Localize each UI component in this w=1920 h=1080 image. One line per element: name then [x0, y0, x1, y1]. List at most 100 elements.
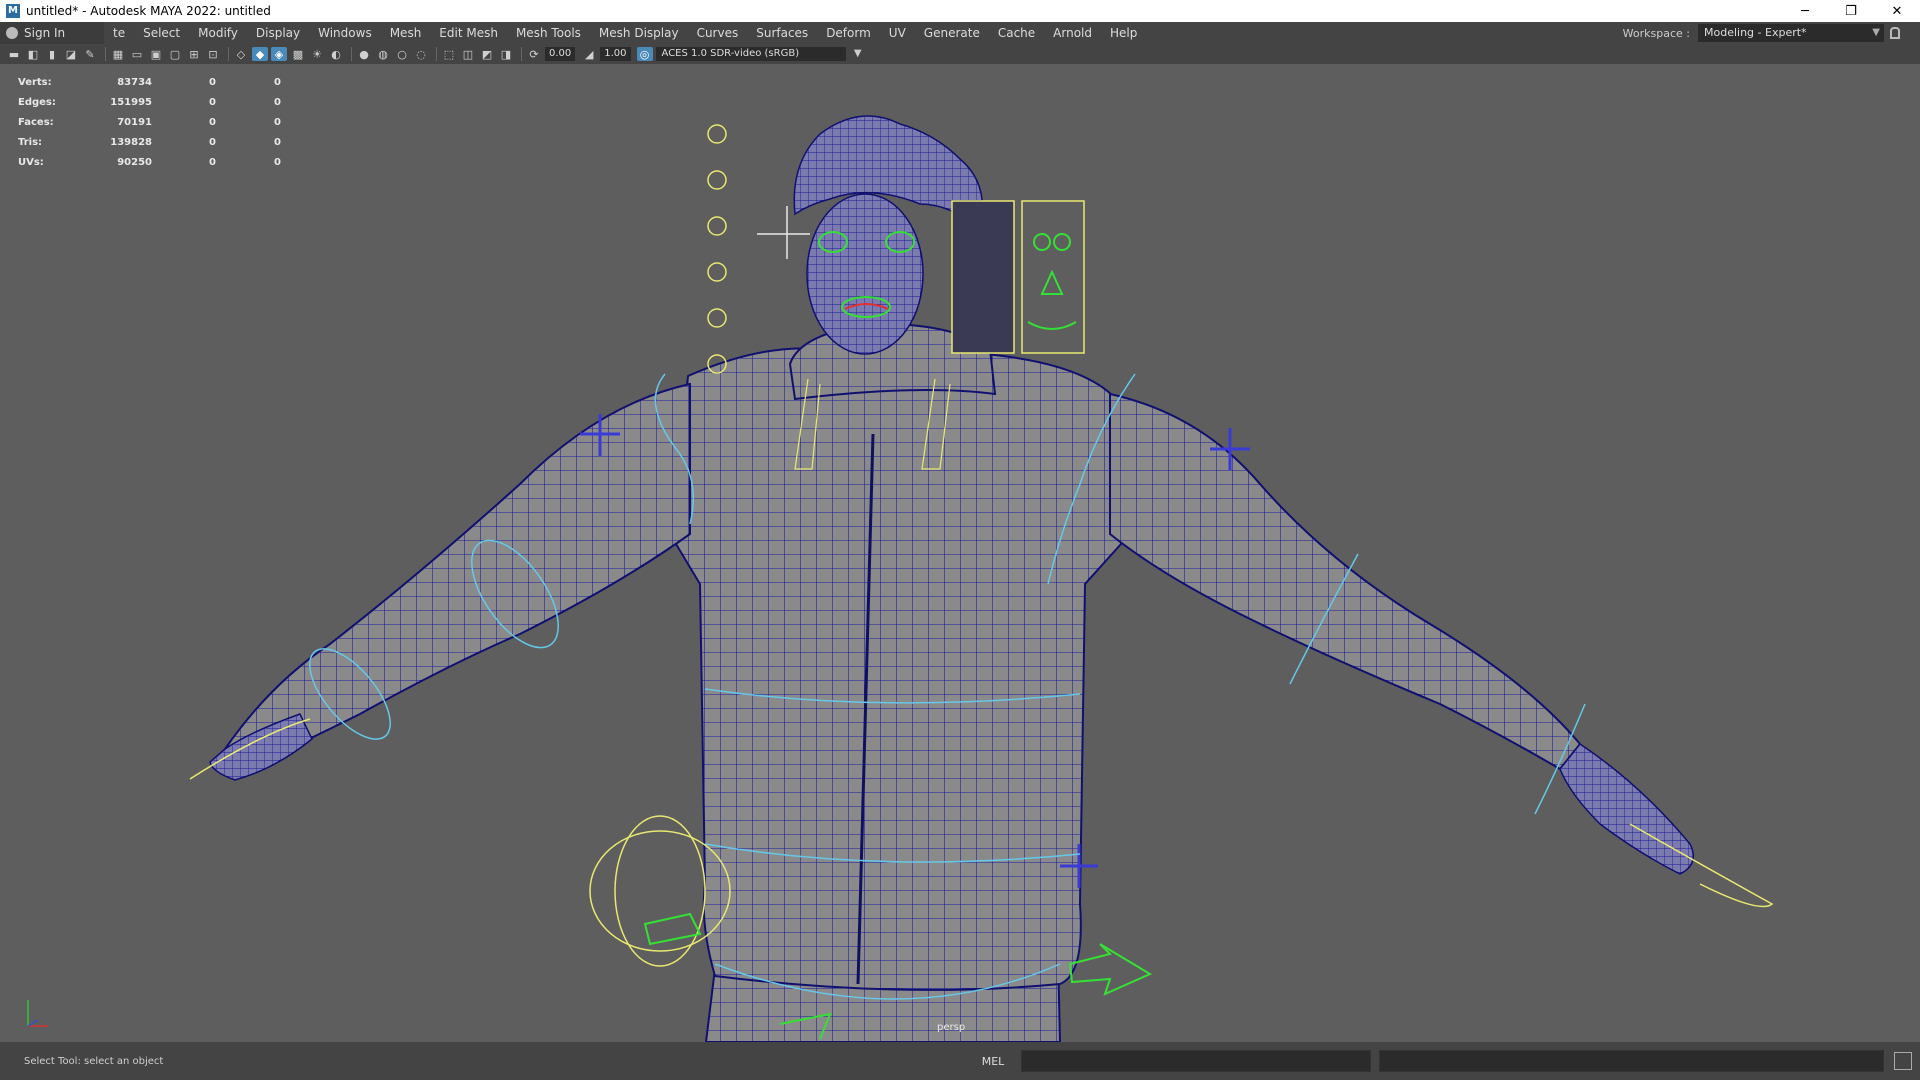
ambient-occlusion-icon[interactable]: ● [356, 47, 372, 61]
hud-label: Edges: [18, 96, 56, 108]
shadows-icon[interactable]: ◐ [328, 47, 344, 61]
face-gui-panel-right[interactable] [1021, 200, 1085, 354]
use-lights-icon[interactable]: ☀ [309, 47, 325, 61]
sign-in-button[interactable]: Sign In [0, 22, 104, 44]
camera-attributes-icon[interactable]: ◧ [25, 47, 41, 61]
spine-control[interactable] [707, 308, 727, 328]
exposure-field[interactable]: 0.00 [545, 47, 576, 61]
chevron-down-icon: ▼ [853, 48, 862, 59]
grease-pencil-icon[interactable]: ✎ [82, 47, 98, 61]
right-arm-mesh[interactable] [1109, 392, 1582, 771]
wireframe-icon[interactable]: ◇ [233, 47, 249, 61]
isolate-select-icon[interactable]: ⬚ [441, 47, 457, 61]
depth-of-field-icon[interactable]: ◌ [413, 47, 429, 61]
face-gui-eye-right[interactable] [1053, 233, 1071, 251]
hand-control-right[interactable] [1629, 823, 1774, 908]
menu-item-windows[interactable]: Windows [309, 22, 381, 44]
camera-icon[interactable]: ▬ [6, 47, 22, 61]
menu-item-deform[interactable]: Deform [817, 22, 880, 44]
workspace-dropdown[interactable]: Modeling - Expert* ▼ [1698, 24, 1884, 42]
face-gui-nose[interactable] [1040, 269, 1064, 295]
window-title: untitled* - Autodesk MAYA 2022: untitled [26, 4, 271, 18]
restore-icon[interactable]: ❐ [1828, 0, 1874, 22]
hud-value: 139828 [110, 136, 152, 148]
menu-item-help[interactable]: Help [1101, 22, 1146, 44]
foot-arrow-left[interactable] [643, 912, 702, 946]
menu-item-mesh[interactable]: Mesh [381, 22, 431, 44]
safe-action-icon[interactable]: ⊡ [205, 47, 221, 61]
spine-control[interactable] [707, 216, 727, 236]
menu-item-mesh-display[interactable]: Mesh Display [590, 22, 688, 44]
hud-value: 0 [274, 116, 281, 128]
face-gui-eye-left[interactable] [1033, 233, 1051, 251]
menu-item-display[interactable]: Display [247, 22, 309, 44]
jacket-torso-mesh[interactable] [668, 347, 1132, 991]
hip-twist-control-inner[interactable] [614, 815, 706, 967]
image-plane-icon[interactable]: ◪ [63, 47, 79, 61]
spine-control[interactable] [707, 262, 727, 282]
command-language-toggle[interactable]: MEL [965, 1055, 1021, 1068]
face-gui-panel-left[interactable] [951, 200, 1015, 354]
head-locator[interactable] [757, 206, 810, 259]
perspective-viewport[interactable]: Verts: 83734 0 0 Edges: 151995 0 0 Faces… [0, 64, 1920, 1042]
menu-item-arnold[interactable]: Arnold [1044, 22, 1101, 44]
spine-control[interactable] [707, 124, 727, 144]
maya-app-icon: M [6, 4, 20, 18]
bookmark-icon[interactable]: ▮ [44, 47, 60, 61]
head-mesh[interactable] [806, 193, 924, 355]
right-hand-mesh[interactable] [1559, 742, 1695, 875]
script-editor-icon[interactable] [1894, 1052, 1912, 1070]
exposure-icon[interactable]: ⟳ [526, 47, 542, 61]
menu-item-modify[interactable]: Modify [189, 22, 247, 44]
toolbar-divider [351, 47, 352, 61]
scene-canvas[interactable] [0, 64, 1920, 1042]
face-gui-mouth[interactable] [1027, 321, 1077, 330]
gate-mask-icon[interactable]: ▢ [167, 47, 183, 61]
color-management-icon[interactable]: ◎ [636, 47, 653, 61]
film-gate-icon[interactable]: ▭ [129, 47, 145, 61]
menu-item-mesh-tools[interactable]: Mesh Tools [507, 22, 590, 44]
backface-culling-icon[interactable]: ◨ [498, 47, 514, 61]
toolbar-divider [228, 47, 229, 61]
antialiasing-icon[interactable]: ○ [394, 47, 410, 61]
menu-item-generate[interactable]: Generate [915, 22, 989, 44]
sign-in-label: Sign In [24, 26, 66, 40]
view-transform-dropdown[interactable]: ACES 1.0 SDR-video (sRGB) ▼ [655, 47, 862, 61]
spine-control[interactable] [707, 170, 727, 190]
workspace-label: Workspace : [1622, 26, 1690, 40]
command-input[interactable] [1021, 1050, 1371, 1072]
hud-value: 0 [209, 136, 216, 148]
hud-row-tris: Tris: 139828 0 0 [18, 132, 281, 152]
lock-icon[interactable] [1890, 27, 1900, 39]
xray-icon[interactable]: ◫ [460, 47, 476, 61]
command-result [1379, 1050, 1884, 1072]
close-icon[interactable]: ✕ [1874, 0, 1920, 22]
hud-label: UVs: [18, 156, 44, 168]
resolution-gate-icon[interactable]: ▣ [148, 47, 164, 61]
viewport-toolbar: ▬ ◧ ▮ ◪ ✎ ▦ ▭ ▣ ▢ ⊞ ⊡ ◇ ◆ ◈ ▩ ☀ ◐ ● ◍ ○ … [0, 44, 1920, 64]
title-bar: M untitled* - Autodesk MAYA 2022: untitl… [0, 0, 1920, 22]
poly-count-hud: Verts: 83734 0 0 Edges: 151995 0 0 Faces… [18, 72, 281, 172]
menu-item-cache[interactable]: Cache [989, 22, 1044, 44]
left-arm-mesh[interactable] [223, 382, 691, 771]
smooth-shade-icon[interactable]: ◆ [252, 47, 268, 61]
xray-joints-icon[interactable]: ◩ [479, 47, 495, 61]
menu-item-select[interactable]: Select [134, 22, 189, 44]
foot-arrow-right[interactable] [1068, 943, 1153, 996]
menu-item-file-truncated[interactable]: te [104, 22, 134, 44]
textured-icon[interactable]: ▩ [290, 47, 306, 61]
field-chart-icon[interactable]: ⊞ [186, 47, 202, 61]
menu-item-curves[interactable]: Curves [688, 22, 748, 44]
hud-row-verts: Verts: 83734 0 0 [18, 72, 281, 92]
menu-item-edit-mesh[interactable]: Edit Mesh [430, 22, 507, 44]
minimize-icon[interactable]: ─ [1782, 0, 1828, 22]
motion-blur-icon[interactable]: ◍ [375, 47, 391, 61]
grid-icon[interactable]: ▦ [110, 47, 126, 61]
help-and-command-line: Select Tool: select an object MEL [0, 1042, 1920, 1080]
gamma-icon[interactable]: ◢ [581, 47, 597, 61]
hud-value: 70191 [117, 116, 152, 128]
gamma-field[interactable]: 1.00 [600, 47, 631, 61]
menu-item-uv[interactable]: UV [880, 22, 915, 44]
menu-item-surfaces[interactable]: Surfaces [747, 22, 817, 44]
wireframe-on-shaded-icon[interactable]: ◈ [271, 47, 287, 61]
